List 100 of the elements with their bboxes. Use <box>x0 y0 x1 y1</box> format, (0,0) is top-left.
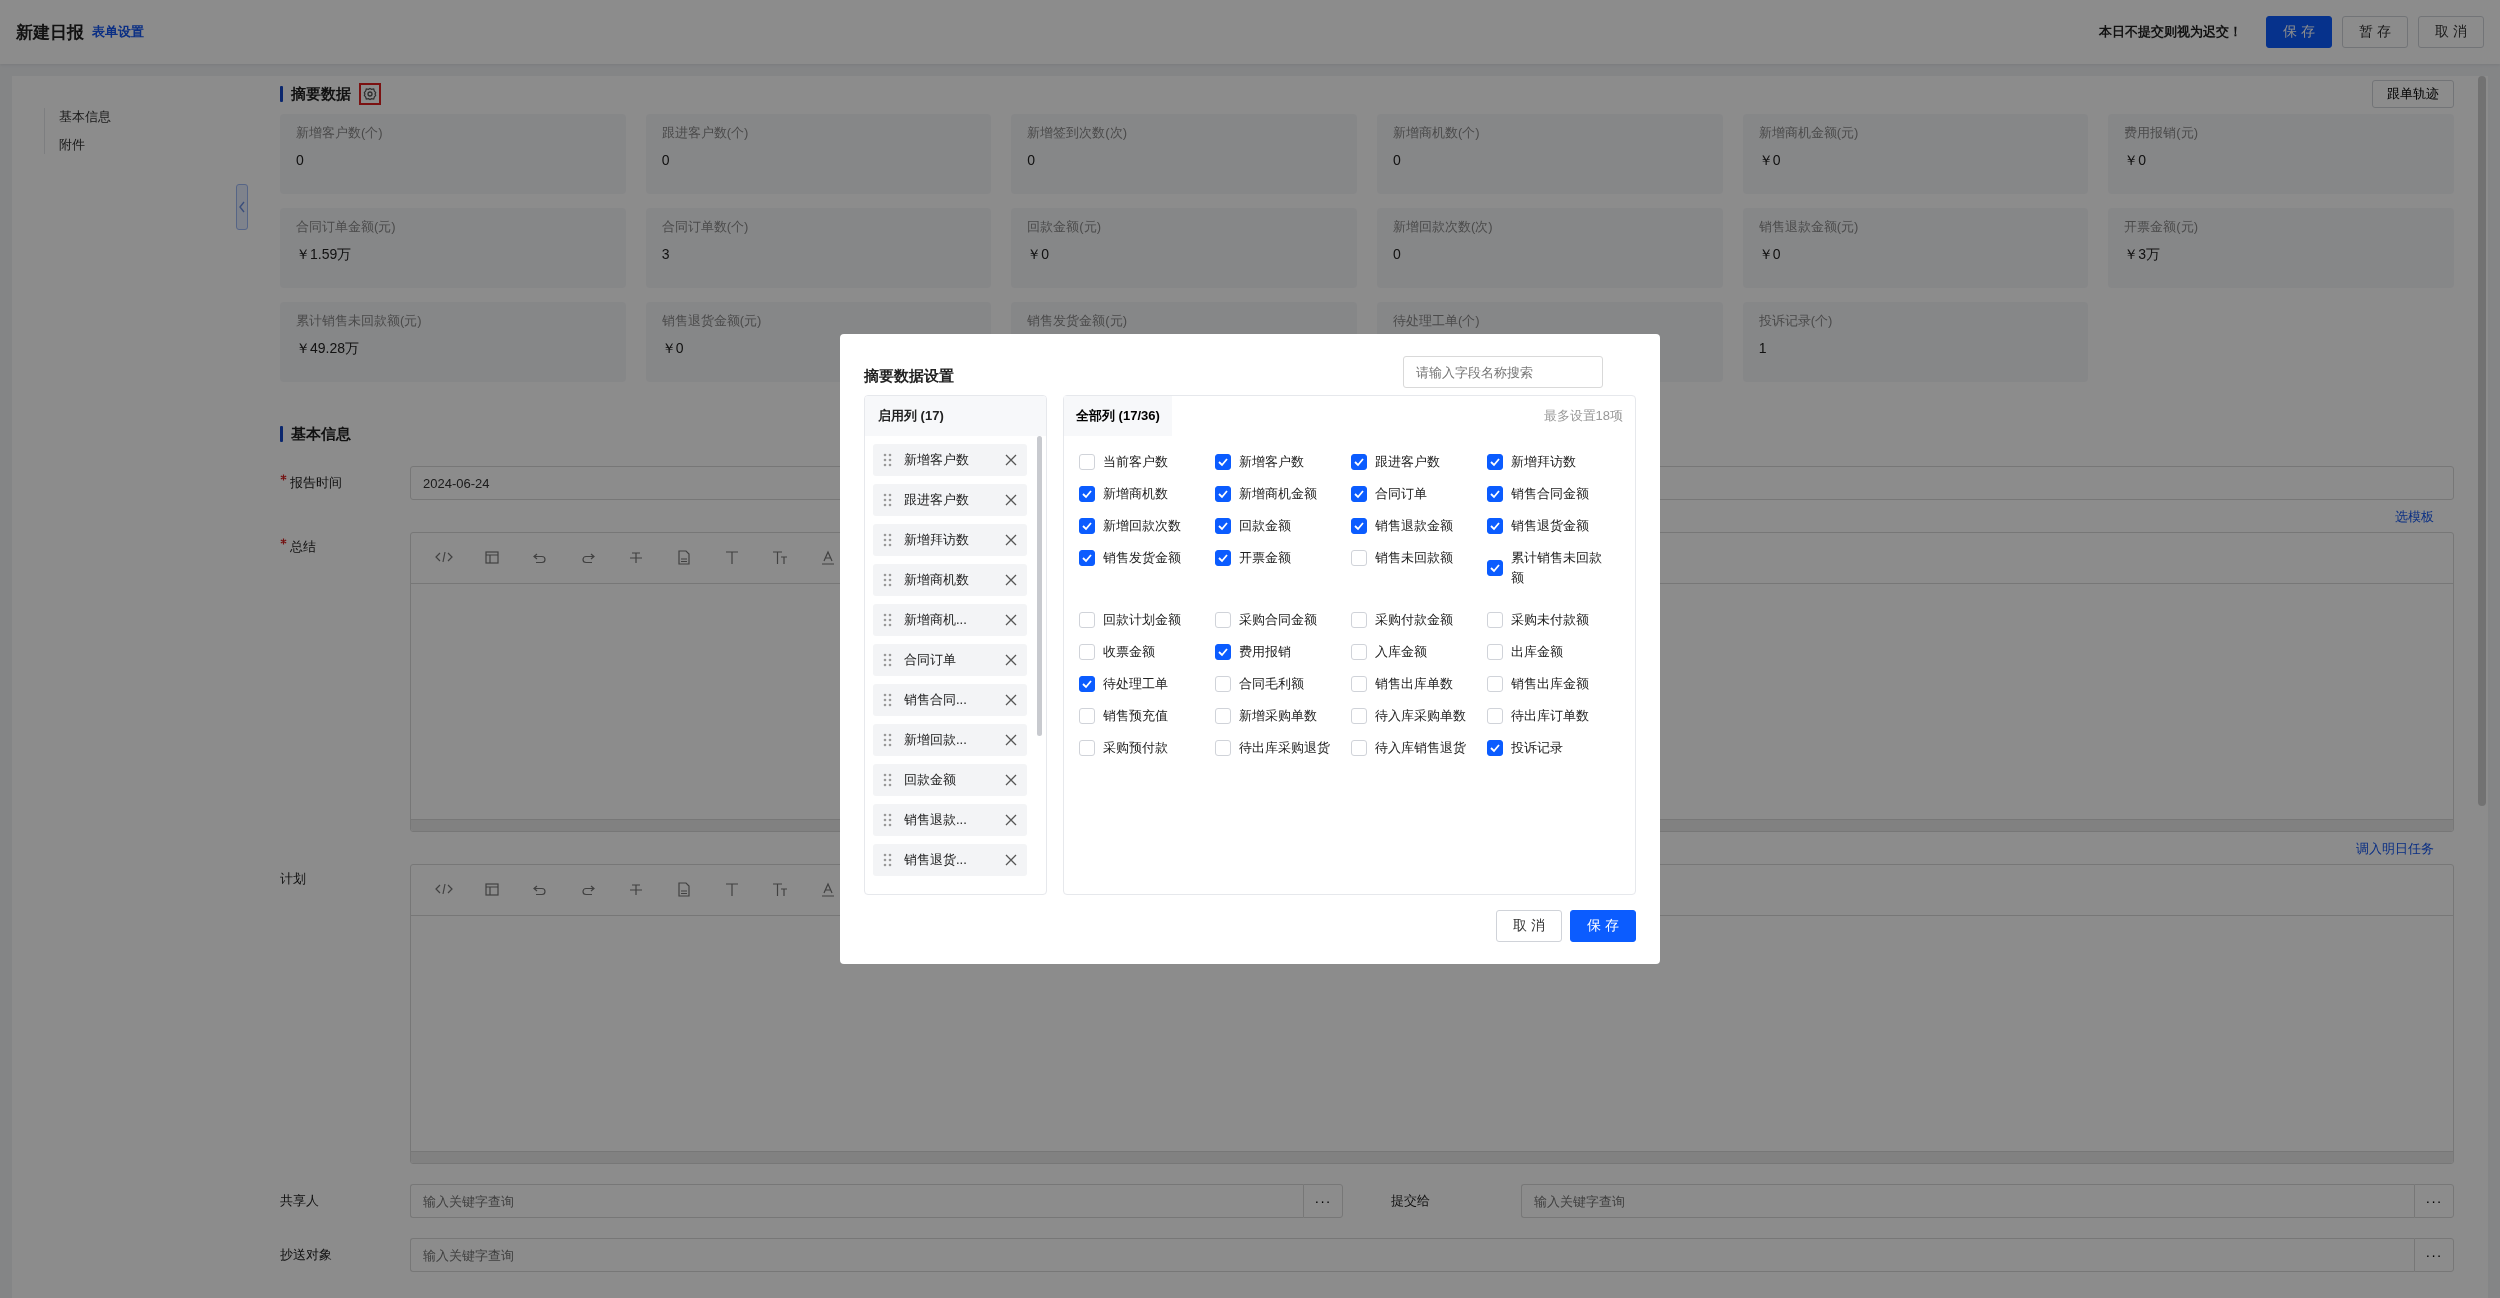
page-title: 新建日报 <box>16 21 84 44</box>
panel-tab[interactable]: 全部列 (17/36) <box>1064 396 1172 436</box>
card-label: 新增签到次数(次) <box>1027 124 1127 142</box>
limit-hint: 最多设置18项 <box>1543 407 1623 425</box>
card-value: 0 <box>1393 152 1401 168</box>
sidebar-item[interactable]: 附件 <box>59 136 242 154</box>
dialog-title: 摘要数据设置 <box>864 366 954 386</box>
checkbox-label: 入库金额 <box>1375 643 1428 661</box>
track-button[interactable]: 跟单轨迹 <box>2372 80 2454 108</box>
default-button[interactable]: 取 消 <box>2418 16 2484 48</box>
default-button[interactable]: 取 消 <box>1496 910 1563 942</box>
checkbox-label: 开票金额 <box>1239 549 1292 567</box>
card-label: 回款金额(元) <box>1027 218 1101 236</box>
card-value: ￥0 <box>661 340 684 358</box>
checkbox-label: 销售退款金额 <box>1375 517 1454 535</box>
chip-label: 销售退货... <box>904 851 968 869</box>
checkbox-label: 回款计划金额 <box>1103 611 1182 629</box>
field-label: 总结 <box>290 538 316 556</box>
card-label: 投诉记录(个) <box>1758 312 1833 330</box>
field-label: 报告时间 <box>290 474 342 492</box>
column-chip[interactable]: 跟进客户数 <box>873 484 1027 516</box>
panel-title: 启用列 (17) <box>865 396 1046 436</box>
card-value: ￥1.59万 <box>296 246 352 264</box>
checkbox-label: 新增回款次数 <box>1103 517 1182 535</box>
checkbox-label: 销售未回款额 <box>1375 549 1454 567</box>
column-chip[interactable]: 销售合同... <box>873 684 1027 716</box>
section-title: 摘要数据 <box>291 84 351 104</box>
checkbox-label: 新增拜访数 <box>1511 453 1577 471</box>
more-button[interactable]: ··· <box>2414 1238 2454 1272</box>
checkbox-label: 待出库订单数 <box>1511 707 1590 725</box>
column-chip[interactable]: 回款金额 <box>873 764 1027 796</box>
card-label: 销售发货金额(元) <box>1027 312 1127 330</box>
default-button[interactable]: 暂 存 <box>2342 16 2409 48</box>
chip-label: 跟进客户数 <box>904 491 970 509</box>
editor-link[interactable]: 选模板 <box>2395 508 2434 532</box>
column-chip[interactable]: 新增商机... <box>873 604 1027 636</box>
checkbox-label: 跟进客户数 <box>1375 453 1441 471</box>
section-title: 基本信息 <box>291 424 351 444</box>
checkbox-label: 收票金额 <box>1103 643 1156 661</box>
chip-label: 回款金额 <box>904 771 957 789</box>
column-chip[interactable]: 新增客户数 <box>873 444 1027 476</box>
card-value: ￥3万 <box>2124 246 2161 264</box>
card-label: 新增客户数(个) <box>296 124 383 142</box>
checkbox-label: 投诉记录 <box>1511 739 1564 757</box>
input-field[interactable]: 输入关键字查询 <box>1521 1184 2414 1218</box>
card-label: 待处理工单(个) <box>1393 312 1480 330</box>
field-label: 共享人 <box>280 1192 319 1210</box>
chip-label: 新增拜访数 <box>904 531 970 549</box>
checkbox-label: 当前客户数 <box>1103 453 1169 471</box>
card-label: 开票金额(元) <box>2124 218 2198 236</box>
chip-label: 新增商机... <box>904 611 968 629</box>
checkbox-label: 采购预付款 <box>1103 739 1169 757</box>
column-chip[interactable]: 销售退货... <box>873 844 1027 876</box>
checkbox-label: 新增采购单数 <box>1239 707 1318 725</box>
checkbox-label: 销售出库单数 <box>1375 675 1454 693</box>
late-notice: 本日不提交则视为迟交！ <box>2099 23 2243 41</box>
primary-button[interactable]: 保 存 <box>1570 910 1636 942</box>
input-field[interactable]: 输入关键字查询 <box>410 1184 1303 1218</box>
card-label: 销售退款金额(元) <box>1758 218 1859 236</box>
primary-button[interactable]: 保 存 <box>2266 16 2333 48</box>
editor-link[interactable]: 调入明日任务 <box>2356 840 2434 864</box>
field-label: 提交给 <box>1391 1192 1430 1210</box>
search-field[interactable]: 请输入字段名称搜索 <box>1403 356 1603 388</box>
checkbox-label: 待处理工单 <box>1103 675 1169 693</box>
card-label: 新增回款次数(次) <box>1393 218 1493 236</box>
column-chip[interactable]: 新增回款... <box>873 724 1027 756</box>
card-value: 0 <box>296 152 304 168</box>
checkbox-label: 新增商机金额 <box>1239 485 1318 503</box>
more-button[interactable]: ··· <box>1303 1184 1343 1218</box>
column-chip[interactable]: 合同订单 <box>873 644 1027 676</box>
checkbox-label: 合同毛利额 <box>1239 675 1305 693</box>
checkbox-label: 费用报销 <box>1239 643 1292 661</box>
checkbox-label: 采购合同金额 <box>1239 611 1318 629</box>
card-label: 销售退货金额(元) <box>661 312 762 330</box>
checkbox-label: 新增商机数 <box>1103 485 1169 503</box>
card-label: 新增商机数(个) <box>1393 124 1480 142</box>
checkbox-label: 销售发货金额 <box>1103 549 1182 567</box>
column-chip[interactable]: 销售退款... <box>873 804 1027 836</box>
card-value: ￥0 <box>2124 152 2147 170</box>
input-field[interactable]: 输入关键字查询 <box>410 1238 2414 1272</box>
chip-label: 销售合同... <box>904 691 968 709</box>
chip-label: 新增客户数 <box>904 451 970 469</box>
sidebar-item[interactable]: 基本信息 <box>59 108 242 126</box>
card-value: 1 <box>1758 340 1767 356</box>
card-value: ￥0 <box>1758 152 1781 170</box>
card-value: ￥0 <box>1027 246 1050 264</box>
checkbox-label: 出库金额 <box>1511 643 1564 661</box>
checkbox-label: 回款金额 <box>1239 517 1292 535</box>
column-chip[interactable]: 新增拜访数 <box>873 524 1027 556</box>
card-label: 费用报销(元) <box>2124 124 2198 142</box>
checkbox-label: 累计销售未回款额 <box>1511 549 1603 587</box>
more-button[interactable]: ··· <box>2414 1184 2454 1218</box>
card-value: 0 <box>1393 246 1401 262</box>
field-label: 抄送对象 <box>280 1246 332 1264</box>
checkbox-label: 待入库采购单数 <box>1375 707 1467 725</box>
checkbox-label: 采购付款金额 <box>1375 611 1454 629</box>
chip-label: 新增回款... <box>904 731 968 749</box>
form-settings-link[interactable]: 表单设置 <box>92 23 144 41</box>
card-value: ￥49.28万 <box>296 340 360 358</box>
column-chip[interactable]: 新增商机数 <box>873 564 1027 596</box>
